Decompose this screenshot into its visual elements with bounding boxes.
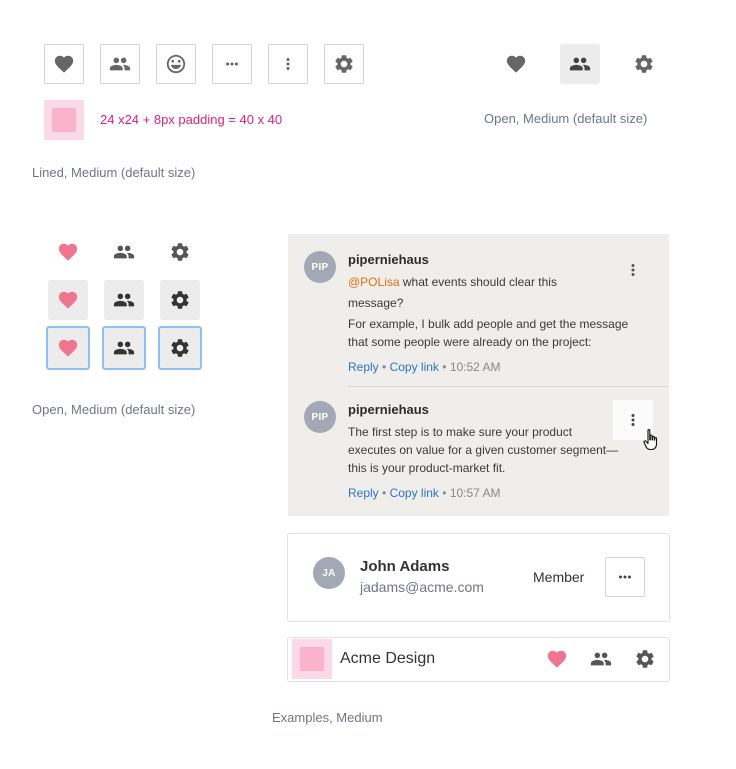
heart-icon <box>53 53 75 75</box>
separator-dot: • <box>442 360 447 374</box>
heart-icon <box>57 241 79 263</box>
gear-icon <box>169 241 191 263</box>
lined-people-button[interactable] <box>100 44 140 84</box>
vertical-dots-icon <box>624 261 642 279</box>
comment-author: piperniehaus <box>348 402 429 417</box>
comment-text-line: this is your product-market fit. <box>348 461 506 475</box>
state-focus-people-button[interactable] <box>102 326 146 370</box>
state-hover-heart-button[interactable] <box>48 280 88 320</box>
state-focus-heart-button[interactable] <box>46 326 90 370</box>
copy-link[interactable]: Copy link <box>390 486 439 500</box>
people-icon <box>569 53 591 75</box>
people-icon <box>113 337 135 359</box>
project-logo-placeholder <box>292 639 332 679</box>
people-icon <box>109 53 131 75</box>
vertical-dots-icon <box>279 55 297 73</box>
open-states-caption: Open, Medium (default size) <box>32 402 196 417</box>
lined-caption: Lined, Medium (default size) <box>32 165 196 180</box>
state-hover-people-button[interactable] <box>104 280 144 320</box>
lined-settings-button[interactable] <box>324 44 364 84</box>
project-name: Acme Design <box>340 650 436 667</box>
copy-link[interactable]: Copy link <box>390 360 439 374</box>
lined-smiley-button[interactable] <box>156 44 196 84</box>
open-settings-button[interactable] <box>624 44 664 84</box>
people-icon <box>590 648 612 670</box>
member-more-button[interactable] <box>605 557 645 597</box>
comment-timestamp: 10:57 AM <box>449 486 501 500</box>
state-focus-settings-button[interactable] <box>158 326 202 370</box>
open-heart-button[interactable] <box>496 44 536 84</box>
comment-meta: Reply • Copy link • 10:52 AM <box>348 360 501 374</box>
separator-dot: • <box>442 486 447 500</box>
open-people-button-hover[interactable] <box>560 44 600 84</box>
size-spec-swatch <box>44 100 84 140</box>
lined-more-vertical-button[interactable] <box>268 44 308 84</box>
heart-icon <box>505 53 527 75</box>
avatar: PIP <box>304 401 336 433</box>
comment-more-button[interactable] <box>613 250 653 290</box>
member-role: Member <box>533 569 585 585</box>
comment-timestamp: 10:52 AM <box>449 360 501 374</box>
horizontal-dots-icon <box>616 568 634 586</box>
avatar: JA <box>313 557 345 589</box>
smiley-icon <box>165 53 187 75</box>
comment-text-line: For example, I bulk add people and get t… <box>348 317 629 331</box>
gear-icon <box>634 648 656 670</box>
icon-area-swatch <box>52 108 76 132</box>
project-people-button[interactable] <box>581 639 621 679</box>
size-spec-text: 24 x24 + 8px padding = 40 x 40 <box>100 112 283 127</box>
comment-text-line: @POLisa what events should clear this <box>348 275 557 289</box>
comment-author: piperniehaus <box>348 252 429 267</box>
heart-icon <box>57 289 79 311</box>
mention-link[interactable]: @POLisa <box>348 275 400 289</box>
heart-icon <box>57 337 79 359</box>
avatar: PIP <box>304 251 336 283</box>
lined-more-horizontal-button[interactable] <box>212 44 252 84</box>
comment-text-line: message? <box>348 296 404 310</box>
examples-caption: Examples, Medium <box>272 710 383 725</box>
comment-text-line: that some people were already on the pro… <box>348 335 592 349</box>
comment-divider <box>348 386 669 387</box>
state-default-heart-button[interactable] <box>48 232 88 272</box>
state-default-settings-button[interactable] <box>160 232 200 272</box>
member-name: John Adams <box>360 558 450 575</box>
state-hover-settings-button[interactable] <box>160 280 200 320</box>
comment-meta: Reply • Copy link • 10:57 AM <box>348 486 501 500</box>
gear-icon <box>169 289 191 311</box>
horizontal-dots-icon <box>223 55 241 73</box>
project-settings-button[interactable] <box>625 639 665 679</box>
separator-dot: • <box>382 360 387 374</box>
gear-icon <box>333 53 355 75</box>
heart-icon <box>546 648 568 670</box>
people-icon <box>113 241 135 263</box>
comment-text-line: The first step is to make sure your prod… <box>348 425 573 439</box>
reply-link[interactable]: Reply <box>348 360 379 374</box>
project-favorite-button[interactable] <box>537 639 577 679</box>
reply-link[interactable]: Reply <box>348 486 379 500</box>
separator-dot: • <box>382 486 387 500</box>
hand-pointer-cursor-icon <box>643 429 658 451</box>
gear-icon <box>633 53 655 75</box>
people-icon <box>113 289 135 311</box>
open-caption-top: Open, Medium (default size) <box>484 111 648 126</box>
gear-icon <box>169 337 191 359</box>
comment-text-line: executes on value for a given customer s… <box>348 443 619 457</box>
lined-heart-button[interactable] <box>44 44 84 84</box>
member-email: jadams@acme.com <box>360 579 484 595</box>
state-default-people-button[interactable] <box>104 232 144 272</box>
